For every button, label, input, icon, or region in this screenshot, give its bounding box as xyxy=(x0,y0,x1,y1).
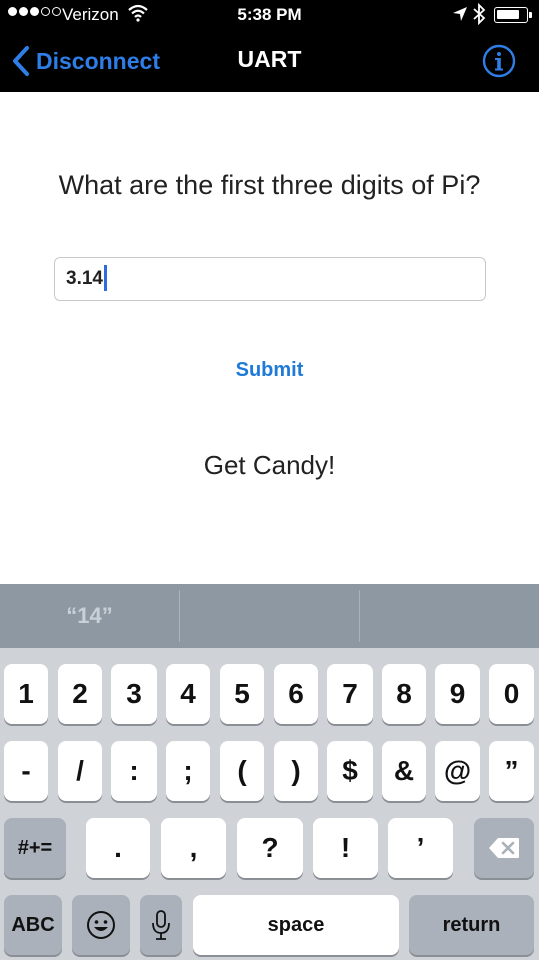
suggestion-2[interactable] xyxy=(180,584,359,648)
key-1[interactable]: 1 xyxy=(4,664,48,724)
key-8[interactable]: 8 xyxy=(382,664,426,724)
text-cursor xyxy=(103,265,107,291)
key-hyphen[interactable]: - xyxy=(4,741,48,801)
suggestion-3[interactable] xyxy=(360,584,539,648)
page-title: UART xyxy=(237,46,302,72)
suggestion-bar: “14” xyxy=(0,584,539,648)
key-exclamation[interactable]: ! xyxy=(313,818,378,878)
answer-input[interactable]: 3.14 xyxy=(54,257,486,301)
key-colon[interactable]: : xyxy=(111,741,157,801)
return-key[interactable]: return xyxy=(409,895,534,955)
key-9[interactable]: 9 xyxy=(435,664,480,724)
microphone-icon xyxy=(152,910,170,940)
space-key[interactable]: space xyxy=(193,895,399,955)
key-period[interactable]: . xyxy=(86,818,150,878)
top-bar: Verizon 5:38 PM Disconnect UART xyxy=(0,0,539,92)
status-bar: Verizon 5:38 PM xyxy=(0,0,539,30)
key-7[interactable]: 7 xyxy=(327,664,373,724)
delete-key[interactable] xyxy=(474,818,534,878)
dictation-key[interactable] xyxy=(140,895,182,955)
key-5[interactable]: 5 xyxy=(220,664,264,724)
key-close-paren[interactable]: ) xyxy=(274,741,318,801)
key-apostrophe[interactable]: ’ xyxy=(388,818,453,878)
result-text: Get Candy! xyxy=(203,450,336,480)
key-at[interactable]: @ xyxy=(435,741,480,801)
key-comma[interactable]: , xyxy=(161,818,226,878)
location-arrow-icon xyxy=(453,7,467,21)
key-semicolon[interactable]: ; xyxy=(166,741,210,801)
key-6[interactable]: 6 xyxy=(274,664,318,724)
suggestion-1[interactable]: “14” xyxy=(0,584,179,648)
emoji-key[interactable] xyxy=(72,895,130,955)
key-question[interactable]: ? xyxy=(237,818,303,878)
key-area: 1 2 3 4 5 6 7 8 9 0 - / : ; ( ) $ & @ ” … xyxy=(0,648,539,960)
key-open-paren[interactable]: ( xyxy=(220,741,264,801)
submit-button[interactable]: Submit xyxy=(0,359,539,382)
key-ampersand[interactable]: & xyxy=(382,741,426,801)
question-text: What are the first three digits of Pi? xyxy=(58,170,481,200)
keyboard: “14” 1 2 3 4 5 6 7 8 9 0 - / : ; ( ) $ &… xyxy=(0,584,539,960)
key-slash[interactable]: / xyxy=(58,741,102,801)
emoji-icon xyxy=(87,911,115,939)
backspace-icon xyxy=(489,838,519,858)
key-quote[interactable]: ” xyxy=(489,741,534,801)
key-3[interactable]: 3 xyxy=(111,664,157,724)
symbols-mode-key[interactable]: #+= xyxy=(4,818,66,878)
key-0[interactable]: 0 xyxy=(489,664,534,724)
abc-key[interactable]: ABC xyxy=(4,895,62,955)
key-4[interactable]: 4 xyxy=(166,664,210,724)
answer-value: 3.14 xyxy=(66,268,103,289)
bluetooth-icon xyxy=(473,3,486,25)
key-2[interactable]: 2 xyxy=(58,664,102,724)
navigation-bar: Disconnect UART xyxy=(0,30,539,92)
info-icon[interactable] xyxy=(482,44,516,78)
key-dollar[interactable]: $ xyxy=(327,741,373,801)
battery-icon xyxy=(494,7,532,23)
